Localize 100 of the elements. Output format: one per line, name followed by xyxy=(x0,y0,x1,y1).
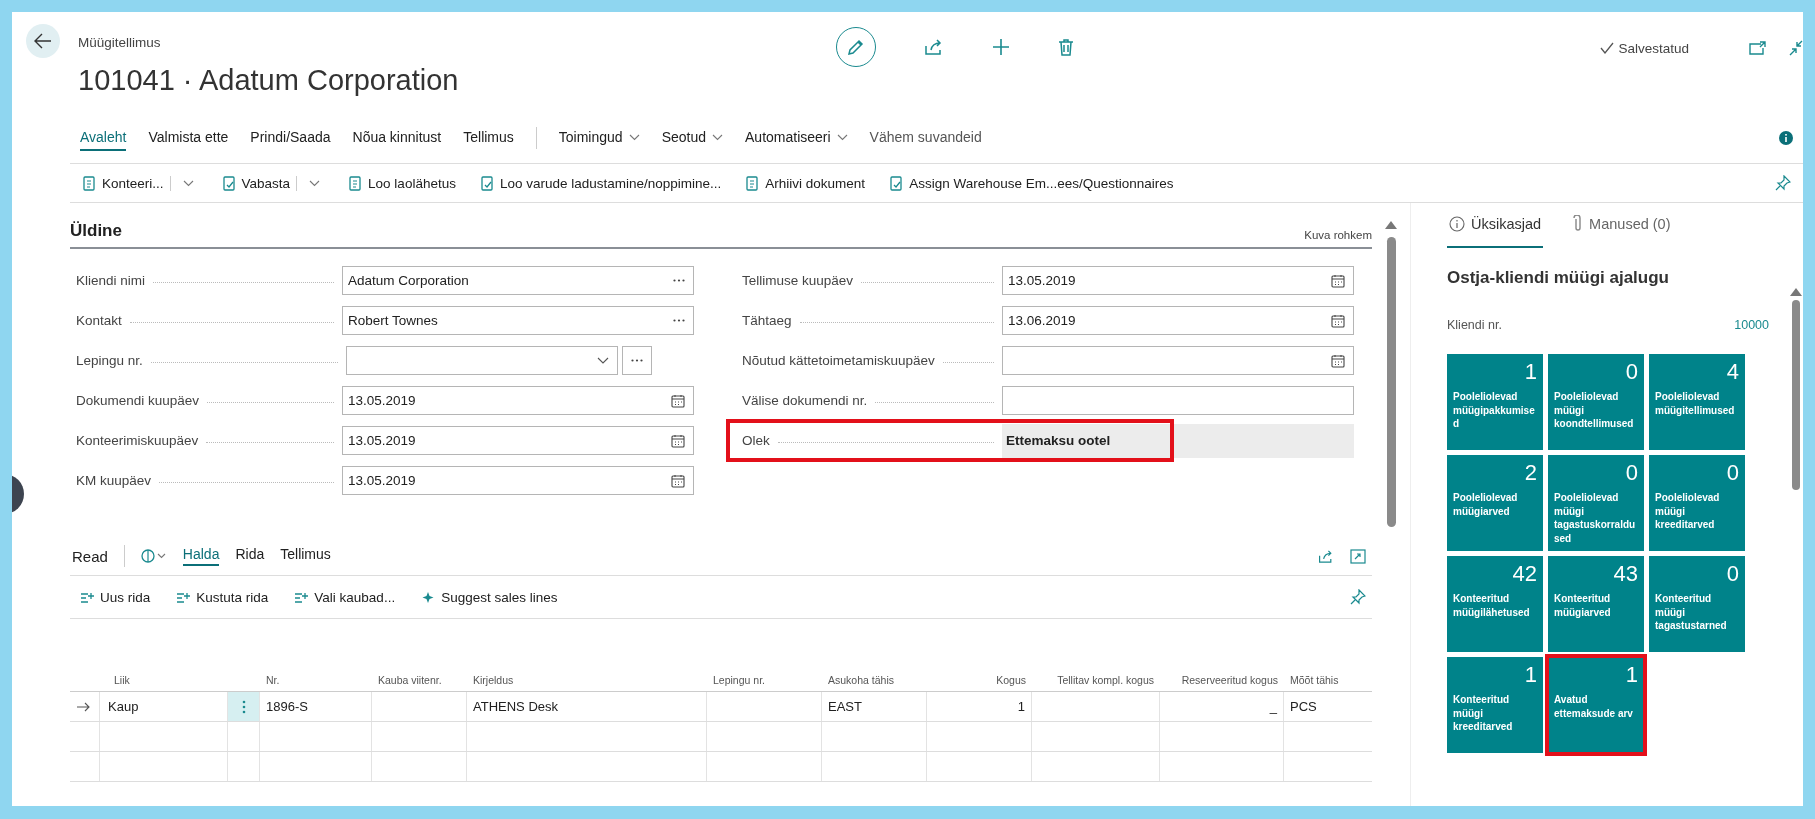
column-header[interactable]: Tellitav kompl. kogus xyxy=(1057,673,1154,687)
calendar-icon[interactable] xyxy=(671,433,685,448)
filter-menu-icon[interactable] xyxy=(140,549,167,563)
field-label: Välise dokumendi nr. xyxy=(742,393,868,408)
action-tab[interactable]: Nõua kinnitust xyxy=(352,125,442,151)
record-title: 101041 · Adatum Corporation xyxy=(78,64,459,97)
field-label: Olek xyxy=(742,433,770,448)
column-header[interactable]: Kirjeldus xyxy=(473,673,514,687)
field-label: Lepingu nr. xyxy=(76,353,143,368)
lines-tab[interactable]: Halda xyxy=(182,546,220,566)
toolbar-button[interactable]: Uus rida xyxy=(80,589,151,605)
action-tab[interactable]: Vähem suvandeid xyxy=(869,125,982,151)
row-menu-icon[interactable] xyxy=(241,699,246,714)
pin-icon[interactable] xyxy=(1350,589,1366,605)
arrow-left-icon xyxy=(34,33,52,49)
toolbar-button[interactable]: Kustuta rida xyxy=(176,589,269,605)
column-header[interactable]: Mõõt tähis xyxy=(1290,673,1339,687)
cue-tile[interactable]: 0 Konteeritud müügi tagastustarned xyxy=(1649,556,1745,653)
cue-count: 0 xyxy=(1725,562,1739,587)
calendar-icon[interactable] xyxy=(1331,313,1345,328)
cue-label: Pooleliolevad müügi kreeditarved xyxy=(1655,491,1721,532)
open-new-window-icon[interactable] xyxy=(1749,41,1767,55)
share-icon[interactable] xyxy=(924,38,944,56)
table-cell: PCS xyxy=(1290,699,1317,714)
dropdown-field[interactable] xyxy=(346,346,618,375)
share-icon[interactable] xyxy=(1318,548,1334,564)
cue-tile[interactable]: 43 Konteeritud müügiarved xyxy=(1548,556,1644,653)
cue-tile[interactable]: 0 Pooleliolevad müügi kreeditarved xyxy=(1649,455,1745,551)
calendar-icon[interactable] xyxy=(671,393,685,408)
column-header[interactable]: Kauba viitenr. xyxy=(378,673,442,687)
cue-label: Pooleliolevad müügi tagastuskorraldused xyxy=(1554,491,1637,546)
column-header[interactable]: Reserveeritud kogus xyxy=(1181,673,1278,687)
cue-tile[interactable]: 2 Pooleliolevad müügiarved xyxy=(1447,455,1543,551)
column-header[interactable]: Lepingu nr. xyxy=(713,673,765,687)
input-field[interactable]: 13.05.2019 xyxy=(342,426,694,455)
action-tab[interactable]: Automatiseeri xyxy=(745,125,848,151)
toolbar-button[interactable]: Suggest sales lines xyxy=(421,589,558,605)
expand-icon[interactable] xyxy=(1350,548,1366,564)
scroll-up-icon[interactable] xyxy=(1790,288,1802,296)
action-tab[interactable]: Avaleht xyxy=(80,125,127,151)
scroll-up-icon[interactable] xyxy=(1385,221,1397,229)
plus-icon[interactable] xyxy=(992,38,1010,56)
collapse-icon[interactable] xyxy=(1789,40,1803,56)
column-header[interactable]: Asukoha tähis xyxy=(828,673,894,687)
lines-tab[interactable]: Rida xyxy=(235,546,265,566)
ellipsis-icon xyxy=(631,359,643,362)
input-field[interactable]: Adatum Corporation xyxy=(342,266,694,295)
cue-label: Pooleliolevad müügitellimused xyxy=(1655,390,1736,418)
toolbar-button[interactable]: Assign Warehouse Em...ees/Questionnaires xyxy=(889,175,1174,191)
scrollbar-thumb[interactable] xyxy=(1792,300,1800,490)
column-header[interactable]: Nr. xyxy=(266,673,280,687)
chevron-down-icon xyxy=(309,179,321,187)
cue-tile[interactable]: 42 Konteeritud müügilähetused xyxy=(1447,556,1543,653)
cue-tile[interactable]: 0 Pooleliolevad müügi koondtellimused xyxy=(1548,354,1644,450)
action-tab[interactable]: Prindi/Saada xyxy=(250,125,331,151)
input-field[interactable]: 13.05.2019 xyxy=(1002,266,1354,295)
toolbar-button[interactable]: Vali kaubad... xyxy=(294,589,396,605)
field-label: Tellimuse kuupäev xyxy=(742,273,854,288)
cue-tile[interactable]: 1 Pooleliolevad müügipakkumised xyxy=(1447,354,1543,450)
customer-number-link[interactable]: 10000 xyxy=(1734,318,1769,332)
input-field[interactable] xyxy=(1002,346,1354,375)
calendar-icon[interactable] xyxy=(1331,273,1345,288)
cue-tile[interactable]: 1 Konteeritud müügi kreeditarved xyxy=(1447,657,1543,754)
cue-count: 0 xyxy=(1624,360,1638,385)
toolbar-button[interactable]: Konteeri... xyxy=(82,175,171,191)
lines-tab[interactable]: Tellimus xyxy=(280,546,331,566)
section-title[interactable]: Üldine xyxy=(70,221,122,241)
factbox-tab[interactable]: Üksikasjad xyxy=(1447,213,1544,248)
scrollbar-thumb[interactable] xyxy=(1386,237,1396,527)
cue-tile[interactable]: 4 Pooleliolevad müügitellimused xyxy=(1649,354,1745,450)
action-tab[interactable]: Toimingud xyxy=(558,125,640,151)
show-more-link[interactable]: Kuva rohkem xyxy=(1304,229,1372,241)
action-tab[interactable]: Valmista ette xyxy=(148,125,229,151)
table-cell: EAST xyxy=(828,699,862,714)
toolbar-button[interactable]: Arhiivi dokument xyxy=(745,175,866,191)
column-header[interactable]: Kogus xyxy=(996,673,1026,687)
toolbar-button[interactable]: Vabasta xyxy=(221,175,298,191)
toolbar-button[interactable]: Loo laolähetus xyxy=(348,175,456,191)
action-tab[interactable]: Tellimus xyxy=(463,125,514,151)
column-header[interactable]: Liik xyxy=(114,673,130,687)
list-icon xyxy=(294,590,310,604)
input-field[interactable]: 13.06.2019 xyxy=(1002,306,1354,335)
ellipsis-icon[interactable] xyxy=(673,279,685,282)
input-field[interactable]: 13.05.2019 xyxy=(342,466,694,495)
back-button[interactable] xyxy=(26,24,60,58)
ellipsis-icon[interactable] xyxy=(673,319,685,322)
field-label: KM kuupäev xyxy=(76,473,152,488)
input-field[interactable]: Robert Townes xyxy=(342,306,694,335)
action-tab[interactable]: Seotud xyxy=(661,125,723,151)
pin-icon[interactable] xyxy=(1775,175,1791,191)
input-field[interactable] xyxy=(1002,386,1354,415)
cue-tile[interactable]: 1 Avatud ettemaksude arv xyxy=(1548,657,1644,754)
cue-tile[interactable]: 0 Pooleliolevad müügi tagastuskorraldused xyxy=(1548,455,1644,552)
factbox-tab[interactable]: Manused (0) xyxy=(1571,213,1673,248)
delete-icon[interactable] xyxy=(1058,38,1074,56)
info-icon[interactable] xyxy=(1779,131,1793,145)
calendar-icon[interactable] xyxy=(671,473,685,488)
calendar-icon[interactable] xyxy=(1331,353,1345,368)
toolbar-button[interactable]: Loo varude ladustamine/noppimine... xyxy=(479,175,722,191)
input-field[interactable]: 13.05.2019 xyxy=(342,386,694,415)
